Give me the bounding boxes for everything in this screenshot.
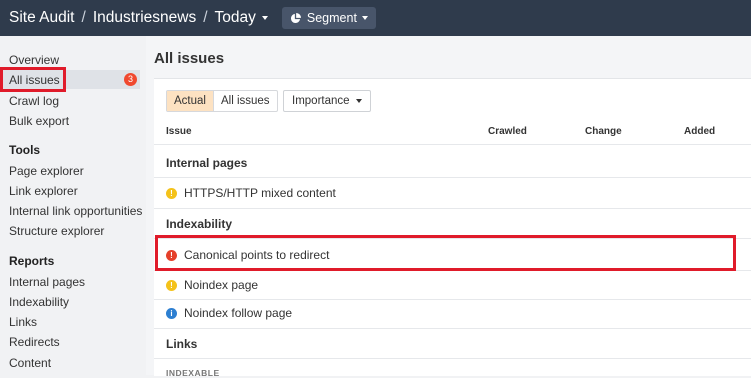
sidebar-item-internal-pages[interactable]: Internal pages bbox=[9, 275, 85, 289]
filter-all-issues-button[interactable]: All issues bbox=[212, 91, 277, 111]
issue-row-noindex-page[interactable]: ! Noindex page bbox=[166, 278, 258, 292]
breadcrumb-site-audit[interactable]: Site Audit bbox=[9, 9, 75, 27]
filter-actual-button[interactable]: Actual bbox=[167, 91, 213, 111]
warning-icon: ! bbox=[166, 187, 177, 199]
sidebar-item-crawl-log[interactable]: Crawl log bbox=[9, 94, 59, 108]
chevron-down-icon bbox=[355, 99, 362, 103]
breadcrumb-separator: / bbox=[81, 9, 86, 26]
breadcrumb-date-selector[interactable]: Today bbox=[215, 9, 268, 27]
issue-label: HTTPS/HTTP mixed content bbox=[184, 186, 336, 200]
chevron-down-icon bbox=[361, 16, 368, 20]
warning-icon: ! bbox=[166, 279, 177, 291]
main-content: All issues Actual All issues Importance … bbox=[146, 36, 751, 378]
group-heading-internal-pages: Internal pages bbox=[166, 156, 248, 170]
breadcrumb: Site Audit / Industriesnews / Today bbox=[9, 9, 268, 27]
sidebar-item-content[interactable]: Content bbox=[9, 356, 51, 370]
sidebar-item-structure-explorer[interactable]: Structure explorer bbox=[9, 224, 104, 238]
segment-button[interactable]: Segment bbox=[281, 7, 376, 29]
divider bbox=[154, 177, 751, 178]
breadcrumb-separator: / bbox=[203, 9, 208, 26]
sidebar-item-links[interactable]: Links bbox=[9, 315, 37, 329]
subheading-indexable: INDEXABLE bbox=[166, 368, 220, 378]
breadcrumb-date-label: Today bbox=[214, 9, 256, 26]
sidebar-item-indexability[interactable]: Indexability bbox=[9, 295, 69, 309]
issue-label: Noindex page bbox=[184, 278, 259, 292]
annotation-highlight-all-issues bbox=[0, 67, 66, 92]
group-heading-indexability: Indexability bbox=[166, 217, 233, 231]
sidebar-item-link-explorer[interactable]: Link explorer bbox=[9, 184, 78, 198]
page-title: All issues bbox=[154, 50, 225, 67]
breadcrumb-project[interactable]: Industriesnews bbox=[93, 9, 196, 27]
chevron-down-icon bbox=[261, 15, 268, 20]
sidebar-item-overview[interactable]: Overview bbox=[9, 53, 59, 67]
column-header-added[interactable]: Added bbox=[684, 126, 715, 137]
issue-label: Noindex follow page bbox=[184, 306, 293, 320]
sidebar-item-redirects[interactable]: Redirects bbox=[9, 335, 60, 349]
divider bbox=[154, 299, 751, 300]
sidebar-heading-reports: Reports bbox=[9, 254, 55, 268]
importance-dropdown[interactable]: Importance bbox=[283, 90, 371, 112]
column-header-change[interactable]: Change bbox=[585, 126, 622, 137]
issues-card: Actual All issues Importance Issue Crawl… bbox=[154, 78, 751, 378]
issues-count-badge: 3 bbox=[124, 73, 137, 86]
divider bbox=[154, 208, 751, 209]
sidebar-item-page-explorer[interactable]: Page explorer bbox=[9, 164, 84, 178]
annotation-highlight-canonical-row bbox=[155, 235, 736, 271]
segment-label: Segment bbox=[306, 11, 357, 25]
pie-chart-icon bbox=[290, 12, 301, 23]
column-header-issue[interactable]: Issue bbox=[166, 126, 192, 137]
issue-row-https-mixed-content[interactable]: ! HTTPS/HTTP mixed content bbox=[166, 186, 336, 200]
info-icon: i bbox=[166, 307, 177, 319]
divider bbox=[154, 328, 751, 329]
sidebar-item-internal-link-opportunities[interactable]: Internal link opportunities bbox=[9, 204, 142, 218]
column-header-crawled[interactable]: Crawled bbox=[488, 126, 527, 137]
filter-toggle-group: Actual All issues bbox=[166, 90, 278, 112]
divider bbox=[154, 144, 751, 145]
divider bbox=[154, 358, 751, 359]
top-bar: Site Audit / Industriesnews / Today Segm… bbox=[0, 0, 751, 36]
issue-row-noindex-follow-page[interactable]: i Noindex follow page bbox=[166, 306, 292, 320]
sidebar-heading-tools: Tools bbox=[9, 143, 41, 157]
importance-label: Importance bbox=[292, 95, 350, 107]
sidebar-item-bulk-export[interactable]: Bulk export bbox=[9, 114, 69, 128]
group-heading-links: Links bbox=[166, 337, 198, 351]
